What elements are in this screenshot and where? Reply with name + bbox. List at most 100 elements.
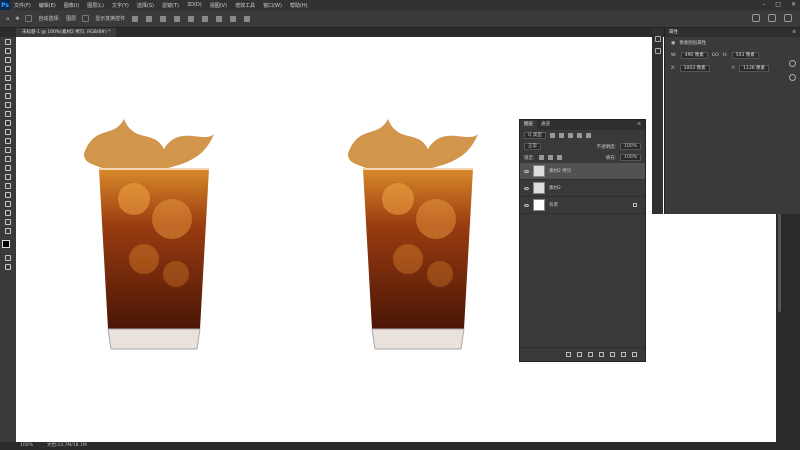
tab-layers[interactable]: 图层 <box>520 120 537 130</box>
panel-menu-icon[interactable]: ≡ <box>792 28 800 37</box>
crop-tool-icon[interactable] <box>5 75 11 81</box>
healing-brush-tool-icon[interactable] <box>5 102 11 108</box>
menu-filter[interactable]: 滤镜(T) <box>158 2 183 9</box>
menu-file[interactable]: 文件(F) <box>10 2 35 9</box>
layer-row[interactable]: 素材2 拷贝 <box>520 163 645 180</box>
distribute-icon[interactable] <box>216 15 223 22</box>
styles-icon[interactable] <box>789 74 796 81</box>
hand-tool-icon[interactable] <box>5 210 11 216</box>
menu-layer[interactable]: 图层(L) <box>83 2 108 9</box>
screen-mode-icon[interactable] <box>5 264 11 270</box>
lasso-tool-icon[interactable] <box>5 57 11 63</box>
x-input[interactable]: 1003 像素 <box>679 65 710 72</box>
adjustment-layer-icon[interactable] <box>599 352 604 357</box>
filter-smart-icon[interactable] <box>585 133 591 138</box>
align-left-icon[interactable] <box>132 15 139 22</box>
vertical-scroll-thumb[interactable] <box>778 212 781 312</box>
align-center-icon[interactable] <box>146 15 153 22</box>
quick-mask-icon[interactable] <box>5 255 11 261</box>
layer-row[interactable]: 背景 <box>520 197 645 214</box>
lock-pixels-icon[interactable] <box>538 155 544 160</box>
layer-name[interactable]: 素材2 拷贝 <box>549 168 571 174</box>
y-input[interactable]: 1136 像素 <box>739 65 770 72</box>
foreground-color-swatch[interactable] <box>2 240 10 248</box>
workspace-icon[interactable] <box>768 14 776 22</box>
auto-select-dropdown[interactable]: 图层 <box>66 15 76 22</box>
menu-edit[interactable]: 编辑(E) <box>35 2 60 9</box>
menu-image[interactable]: 图像(I) <box>60 2 83 9</box>
adjustments-icon[interactable] <box>789 60 796 67</box>
layer-row[interactable]: 素材2 <box>520 180 645 197</box>
layer-name[interactable]: 背景 <box>549 202 558 208</box>
panel-menu-icon[interactable]: ≡ <box>633 120 645 130</box>
more-options-icon[interactable] <box>244 15 251 22</box>
link-layers-icon[interactable] <box>566 352 571 357</box>
lock-all-icon[interactable] <box>556 155 562 160</box>
visibility-eye-icon[interactable] <box>524 203 529 207</box>
filter-type-icon[interactable] <box>567 133 573 138</box>
align-right-icon[interactable] <box>160 15 167 22</box>
blend-mode-select[interactable]: 正常 <box>524 143 541 150</box>
menu-view[interactable]: 视图(V) <box>206 2 231 9</box>
document-tab[interactable]: 未标题-1 @ 100%(素材2 拷贝, RGB/8#) * <box>16 28 117 37</box>
clone-stamp-tool-icon[interactable] <box>5 120 11 126</box>
brush-tool-icon[interactable] <box>5 111 11 117</box>
dodge-tool-icon[interactable] <box>5 165 11 171</box>
height-input[interactable]: 503 像素 <box>731 52 759 59</box>
rectangle-tool-icon[interactable] <box>5 201 11 207</box>
adjustments-panel-icon[interactable] <box>654 48 661 54</box>
menu-type[interactable]: 文字(Y) <box>108 2 133 9</box>
blur-tool-icon[interactable] <box>5 156 11 162</box>
fill-input[interactable]: 100% <box>620 154 641 161</box>
distribute-2-icon[interactable] <box>230 15 237 22</box>
menu-window[interactable]: 窗口(W) <box>259 2 286 9</box>
filter-shape-icon[interactable] <box>576 133 582 138</box>
menu-help[interactable]: 帮助(H) <box>286 2 312 9</box>
link-dimensions-button[interactable]: GO <box>712 53 719 58</box>
path-select-tool-icon[interactable] <box>5 192 11 198</box>
type-tool-icon[interactable] <box>5 183 11 189</box>
menu-select[interactable]: 选择(S) <box>133 2 158 9</box>
add-mask-icon[interactable] <box>588 352 593 357</box>
minimize-icon[interactable]: – <box>762 1 765 8</box>
color-swatches[interactable] <box>2 240 14 252</box>
eyedropper-tool-icon[interactable] <box>5 93 11 99</box>
new-layer-icon[interactable] <box>621 352 626 357</box>
menu-3d[interactable]: 3D(D) <box>183 2 206 8</box>
quick-select-tool-icon[interactable] <box>5 66 11 72</box>
move-tool-icon[interactable]: ✥ <box>15 16 19 22</box>
pen-tool-icon[interactable] <box>5 174 11 180</box>
more-tools-icon[interactable] <box>5 228 11 234</box>
align-middle-icon[interactable] <box>188 15 195 22</box>
eraser-tool-icon[interactable] <box>5 138 11 144</box>
lock-position-icon[interactable] <box>547 155 553 160</box>
search-icon[interactable] <box>752 14 760 22</box>
properties-panel-icon[interactable] <box>654 36 661 42</box>
tab-channels[interactable]: 通道 <box>537 120 554 130</box>
share-icon[interactable] <box>784 14 792 22</box>
show-transform-checkbox[interactable] <box>82 15 90 22</box>
home-icon[interactable]: ⌂ <box>6 16 9 22</box>
fx-icon[interactable] <box>577 352 582 357</box>
width-input[interactable]: 490 像素 <box>680 52 708 59</box>
marquee-tool-icon[interactable] <box>5 48 11 54</box>
opacity-input[interactable]: 100% <box>620 143 641 150</box>
align-bottom-icon[interactable] <box>202 15 209 22</box>
close-icon[interactable]: ✕ <box>791 1 796 8</box>
align-top-icon[interactable] <box>174 15 181 22</box>
photoshop-logo[interactable]: Ps <box>0 0 10 10</box>
frame-tool-icon[interactable] <box>5 84 11 90</box>
layer-filter-select[interactable]: Q 类型 <box>524 132 546 139</box>
zoom-tool-icon[interactable] <box>5 219 11 225</box>
delete-layer-icon[interactable] <box>632 352 637 357</box>
layer-name[interactable]: 素材2 <box>549 185 561 191</box>
zoom-level[interactable]: 100% <box>20 442 33 450</box>
menu-plugins[interactable]: 增效工具 <box>231 2 259 9</box>
filter-adjust-icon[interactable] <box>558 133 564 138</box>
auto-select-checkbox[interactable] <box>25 15 33 22</box>
maximize-icon[interactable]: □ <box>775 1 781 8</box>
move-tool-icon[interactable] <box>5 39 11 45</box>
filter-pixel-icon[interactable] <box>549 133 555 138</box>
gradient-tool-icon[interactable] <box>5 147 11 153</box>
group-icon[interactable] <box>610 352 615 357</box>
